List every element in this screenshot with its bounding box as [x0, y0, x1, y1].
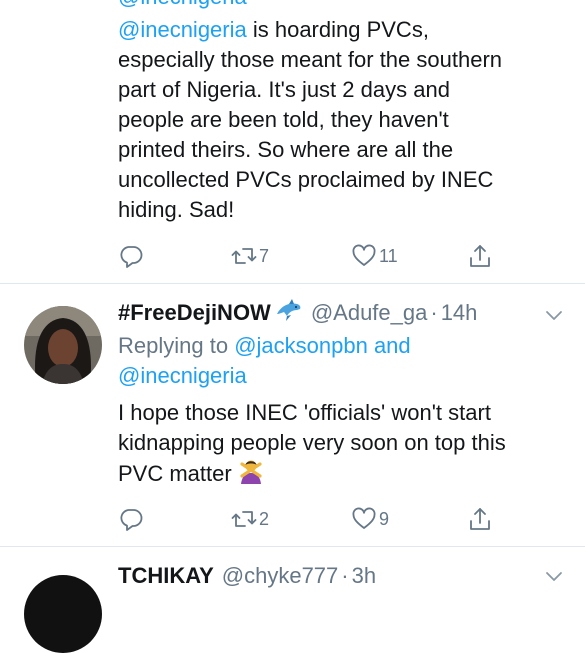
tweet-text-line: uncollected PVCs proclaimed by INEC	[118, 167, 494, 192]
dot-separator: ·	[430, 300, 438, 325]
tweet-text-line: people are been told, they haven't	[118, 107, 449, 132]
chevron-down-icon[interactable]	[543, 304, 565, 326]
tweet-actions: 2 9	[118, 504, 518, 534]
replying-to: Replying to @jacksonpbn and @inecnigeria	[118, 331, 568, 391]
display-name[interactable]: #FreeDejiNOW	[118, 300, 271, 326]
reply-button[interactable]	[118, 241, 144, 271]
like-count: 11	[379, 245, 398, 266]
reply-icon	[120, 246, 143, 268]
tweet-partial-mention[interactable]: @inecnigeria	[118, 0, 568, 12]
like-button[interactable]: 11	[351, 241, 398, 271]
tweet-header: #FreeDejiNOW @Adufe_ga · 14h	[118, 298, 558, 328]
tweet-text-line: is hoarding PVCs,	[246, 17, 429, 42]
user-handle[interactable]: @chyke777	[222, 563, 339, 589]
retweet-icon	[231, 511, 257, 527]
user-handle[interactable]: @Adufe_ga	[311, 300, 428, 326]
mention-link[interactable]: @inecnigeria	[118, 363, 247, 388]
replying-and[interactable]: and	[368, 333, 411, 358]
display-name[interactable]: TCHIKAY	[118, 563, 214, 589]
tweet-text-line: part of Nigeria. It's just 2 days and	[118, 77, 450, 102]
retweet-count: 2	[259, 508, 270, 529]
tweet-text-line: especially those meant for the southern	[118, 47, 503, 72]
avatar[interactable]	[24, 306, 102, 384]
retweet-icon	[231, 248, 257, 264]
like-button[interactable]: 9	[351, 504, 389, 534]
tweet-text-line: printed theirs. So where are all the	[118, 137, 454, 162]
tweet-text-line: hiding. Sad!	[118, 197, 235, 222]
tweet-card[interactable]: #FreeDejiNOW @Adufe_ga · 14h Replying to…	[0, 284, 585, 546]
share-button[interactable]	[467, 504, 493, 534]
like-count: 9	[379, 508, 390, 529]
person-gesturing-no-emoji	[238, 458, 264, 492]
avatar[interactable]	[24, 575, 102, 653]
tweet-header: TCHIKAY @chyke777 · 3h	[118, 561, 558, 591]
tweet-card[interactable]: @inecnigeria @inecnigeria is hoarding PV…	[0, 0, 585, 283]
avatar-image	[24, 306, 102, 384]
reply-button[interactable]	[118, 504, 144, 534]
retweet-count: 7	[259, 245, 270, 266]
tweet-card[interactable]: TCHIKAY @chyke777 · 3h	[0, 547, 585, 653]
replying-prefix: Replying to	[118, 333, 235, 358]
chevron-down-icon[interactable]	[543, 565, 565, 587]
share-icon	[470, 245, 490, 267]
reply-icon	[120, 509, 143, 531]
tweet-text: I hope those INEC 'officials' won't star…	[118, 398, 568, 492]
heart-icon	[352, 244, 376, 266]
share-button[interactable]	[467, 241, 493, 271]
mention-link[interactable]: @jacksonpbn	[234, 333, 368, 358]
timestamp[interactable]: 3h	[352, 563, 376, 589]
tweet-actions: 7 11	[118, 241, 518, 271]
retweet-button[interactable]: 7	[231, 241, 269, 271]
mention-link[interactable]: @inecnigeria	[118, 17, 247, 42]
heart-icon	[352, 507, 376, 529]
tweet-text-line: kidnapping people very soon on top this	[118, 430, 506, 455]
dolphin-emoji	[275, 298, 303, 328]
tweet-text-line: PVC matter	[118, 460, 238, 486]
retweet-button[interactable]: 2	[231, 504, 269, 534]
share-icon	[470, 508, 490, 530]
tweet-text: @inecnigeria is hoarding PVCs, especiall…	[118, 15, 568, 225]
tweet-text-line: I hope those INEC 'officials' won't star…	[118, 400, 491, 425]
dot-separator: ·	[341, 563, 349, 588]
timestamp[interactable]: 14h	[441, 300, 478, 326]
